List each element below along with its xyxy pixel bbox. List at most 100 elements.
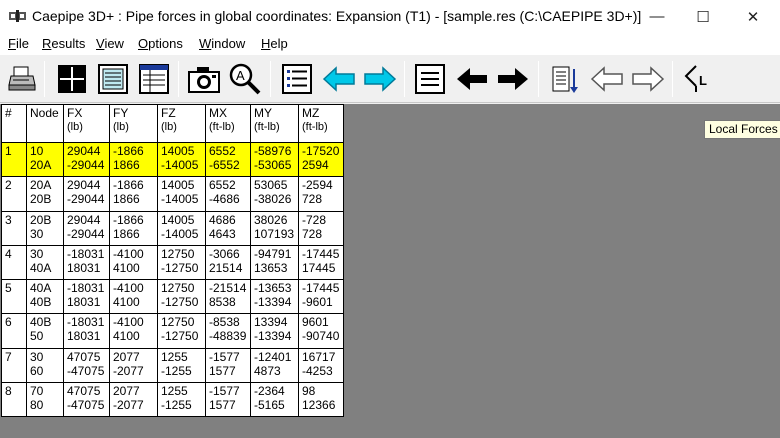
table-cell[interactable]: 2077 -2077 <box>109 382 158 418</box>
row-index-cell[interactable]: 2 <box>1 176 27 212</box>
table-row[interactable]: 7 30 60 47075 -47075 2077 -2077 1255 -1255 -1577 1… <box>1 347 344 384</box>
table-cell[interactable]: 14005 -14005 <box>157 176 206 212</box>
table-cell[interactable]: -2364 -5165 <box>250 382 299 418</box>
table-cell[interactable]: -4100 4100 <box>109 244 158 281</box>
table-cell[interactable]: 14005 -14005 <box>157 210 206 246</box>
row-index-cell[interactable]: 6 <box>1 313 27 349</box>
table-cell[interactable]: -18031 18031 <box>63 244 110 281</box>
grid-button[interactable] <box>54 61 90 97</box>
column-header-index[interactable]: # <box>1 104 27 143</box>
table-cell[interactable]: -728 728 <box>298 210 344 246</box>
table-cell[interactable]: -3066 21514 <box>205 244 251 281</box>
table-cell[interactable]: -17520 2594 <box>298 141 344 178</box>
menu-file[interactable]: File <box>8 36 29 51</box>
table-cell[interactable]: 9601 -90740 <box>298 313 344 349</box>
table-cell[interactable]: -2594 728 <box>298 176 344 212</box>
previous-case-button[interactable] <box>321 61 357 97</box>
row-index-cell[interactable]: 3 <box>1 210 27 246</box>
table-cell[interactable]: 12750 -12750 <box>157 313 206 349</box>
column-header-my[interactable]: MY (ft-lb) <box>250 104 299 143</box>
table-cell[interactable]: 29044 -29044 <box>63 141 110 178</box>
table-cell[interactable]: 30 40A <box>26 244 64 281</box>
table-cell[interactable]: 20A 20B <box>26 176 64 212</box>
table-cell[interactable]: 29044 -29044 <box>63 210 110 246</box>
table-cell[interactable]: 38026 107193 <box>250 210 299 246</box>
table-cell[interactable]: 53065 -38026 <box>250 176 299 212</box>
previous-page-button[interactable] <box>454 61 490 97</box>
row-index-cell[interactable]: 8 <box>1 382 27 418</box>
table-cell[interactable]: -4100 4100 <box>109 313 158 349</box>
table-cell[interactable]: -94791 13653 <box>250 244 299 281</box>
table-cell[interactable]: 40B 50 <box>26 313 64 349</box>
table-cell[interactable]: 6552 -6552 <box>205 141 251 178</box>
table-cell[interactable]: 1255 -1255 <box>157 347 206 384</box>
table-cell[interactable]: 10 20A <box>26 141 64 178</box>
row-index-cell[interactable]: 5 <box>1 279 27 315</box>
table-cell[interactable]: -12401 4873 <box>250 347 299 384</box>
maximize-button[interactable]: ☐ <box>680 0 726 33</box>
table-cell[interactable]: 16717 -4253 <box>298 347 344 384</box>
close-button[interactable]: ✕ <box>730 0 776 33</box>
table-row[interactable]: 2 20A 20B 29044 -29044 -1866 1866 14005 -14005 65… <box>1 176 344 212</box>
table-row[interactable]: 5 40A 40B -18031 18031 -4100 4100 12750 -12750 -2… <box>1 279 344 315</box>
table-row[interactable]: 6 40B 50 -18031 18031 -4100 4100 12750 -12750 -85… <box>1 313 344 349</box>
table-row[interactable]: 1 10 20A 29044 -29044 -1866 1866 14005 -14005 655… <box>1 141 344 178</box>
next-case-button[interactable] <box>362 61 398 97</box>
back-button[interactable] <box>589 61 625 97</box>
zoom-button[interactable]: A <box>227 61 263 97</box>
row-index-cell[interactable]: 4 <box>1 244 27 281</box>
print-button[interactable] <box>4 61 40 97</box>
table-cell[interactable]: -13653 -13394 <box>250 279 299 315</box>
table-cell[interactable]: 2077 -2077 <box>109 347 158 384</box>
table-row[interactable]: 4 30 40A -18031 18031 -4100 4100 12750 -12750 -30… <box>1 244 344 281</box>
table-cell[interactable]: 20B 30 <box>26 210 64 246</box>
table-cell[interactable]: 14005 -14005 <box>157 141 206 178</box>
menu-window[interactable]: Window <box>199 36 245 51</box>
table-cell[interactable]: 70 80 <box>26 382 64 418</box>
menu-options[interactable]: Options <box>138 36 183 51</box>
menu-results[interactable]: Results <box>42 36 85 51</box>
table-cell[interactable]: 47075 -47075 <box>63 347 110 384</box>
menu-view[interactable]: View <box>96 36 124 51</box>
table-cell[interactable]: -18031 18031 <box>63 313 110 349</box>
column-header-fy[interactable]: FY (lb) <box>109 104 158 143</box>
snapshot-button[interactable] <box>186 61 222 97</box>
table-cell[interactable]: -1577 1577 <box>205 347 251 384</box>
text-report-button[interactable] <box>95 61 131 97</box>
table-cell[interactable]: 47075 -47075 <box>63 382 110 418</box>
table-cell[interactable]: -17445 17445 <box>298 244 344 281</box>
forward-button[interactable] <box>630 61 666 97</box>
column-header-mx[interactable]: MX (ft-lb) <box>205 104 251 143</box>
table-cell[interactable]: 6552 -4686 <box>205 176 251 212</box>
table-cell[interactable]: -1866 1866 <box>109 210 158 246</box>
next-page-button[interactable] <box>495 61 531 97</box>
table-cell[interactable]: -4100 4100 <box>109 279 158 315</box>
table-cell[interactable]: 4686 4643 <box>205 210 251 246</box>
table-cell[interactable]: 98 12366 <box>298 382 344 418</box>
column-header-node[interactable]: Node <box>26 104 64 143</box>
local-forces-button[interactable]: L <box>680 61 716 97</box>
table-cell[interactable]: 30 60 <box>26 347 64 384</box>
table-cell[interactable]: -8538 -48839 <box>205 313 251 349</box>
row-index-cell[interactable]: 1 <box>1 141 27 178</box>
sort-button[interactable] <box>546 61 582 97</box>
menu-help[interactable]: Help <box>261 36 288 51</box>
table-cell[interactable]: -58976 -53065 <box>250 141 299 178</box>
table-cell[interactable]: 1255 -1255 <box>157 382 206 418</box>
table-cell[interactable]: -1866 1866 <box>109 176 158 212</box>
table-cell[interactable]: -1577 1577 <box>205 382 251 418</box>
table-cell[interactable]: -18031 18031 <box>63 279 110 315</box>
minimize-button[interactable]: — <box>634 0 680 33</box>
row-index-cell[interactable]: 7 <box>1 347 27 384</box>
table-cell[interactable]: -17445 -9601 <box>298 279 344 315</box>
table-cell[interactable]: -1866 1866 <box>109 141 158 178</box>
column-header-fz[interactable]: FZ (lb) <box>157 104 206 143</box>
table-view-button[interactable] <box>136 61 172 97</box>
table-cell[interactable]: 12750 -12750 <box>157 244 206 281</box>
list-button[interactable] <box>279 61 315 97</box>
table-cell[interactable]: 29044 -29044 <box>63 176 110 212</box>
table-row[interactable]: 8 70 80 47075 -47075 2077 -2077 1255 -1255 -1577 1… <box>1 382 344 418</box>
table-cell[interactable]: 40A 40B <box>26 279 64 315</box>
table-cell[interactable]: -21514 8538 <box>205 279 251 315</box>
lines-button[interactable] <box>412 61 448 97</box>
